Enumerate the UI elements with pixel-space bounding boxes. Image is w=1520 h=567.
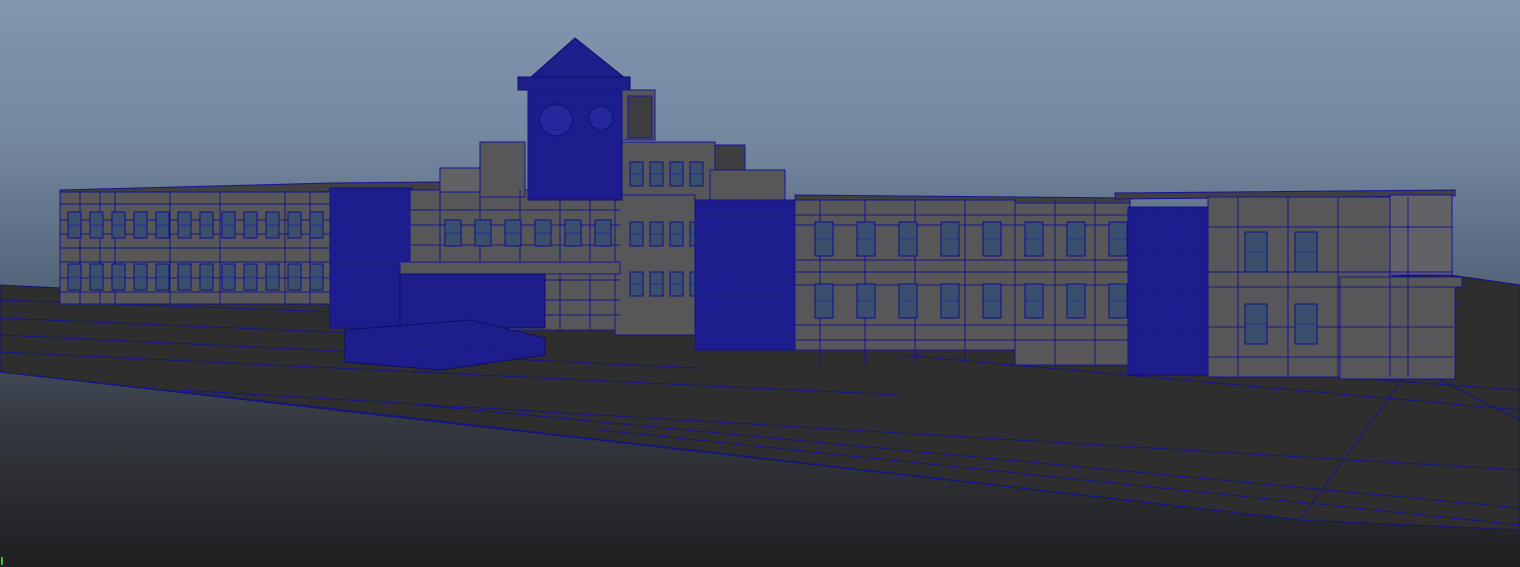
center-round-tower [694, 199, 801, 351]
right-round-tower [1127, 206, 1211, 376]
y-axis-indicator-icon [1, 557, 3, 565]
clock-face-right [588, 105, 614, 131]
3d-viewport[interactable] [0, 0, 1520, 567]
right-wing [794, 194, 1170, 366]
building-model-scene[interactable] [0, 0, 1520, 567]
